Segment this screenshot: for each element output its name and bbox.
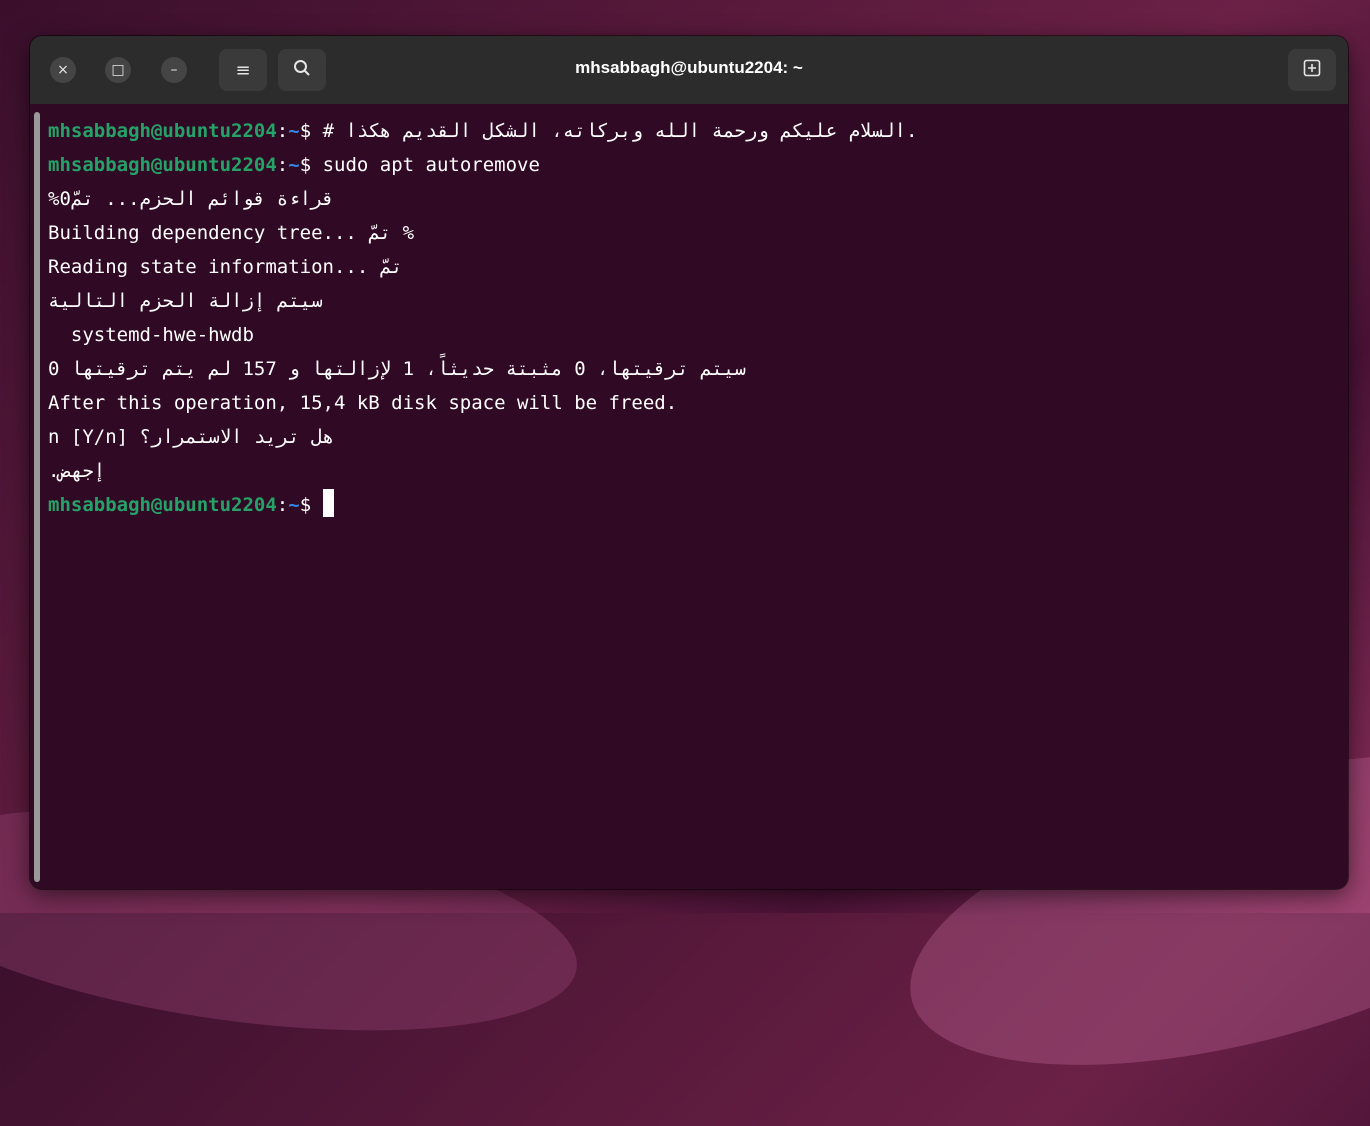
prompt-symbol: $ (299, 120, 312, 142)
close-button[interactable]: × (50, 57, 76, 83)
prompt-line: mhsabbagh@ubuntu2204:~$ # السلام عليكم و… (48, 114, 1348, 148)
close-icon: × (57, 62, 69, 78)
prompt-user: mhsabbagh@ubuntu2204 (48, 120, 277, 142)
output-line: سيتم إزالة الحزم التالية (48, 290, 323, 312)
maximize-icon: □ (111, 62, 125, 78)
output-line: Building dependency tree... تمّ % (48, 222, 415, 244)
prompt-separator: : (276, 154, 289, 176)
menu-button[interactable]: ≡ (219, 49, 267, 91)
terminal-output[interactable]: mhsabbagh@ubuntu2204:~$ # السلام عليكم و… (30, 104, 1348, 889)
prompt-symbol: $ (299, 154, 312, 176)
prompt-user: mhsabbagh@ubuntu2204 (48, 154, 277, 176)
output-line: هل تريد الاستمرار؟ [Y/n] n (48, 426, 335, 448)
terminal-window: × □ – ≡ mhsabbagh@ubuntu2204: ~ mhsabbag… (30, 36, 1348, 889)
prompt-path: ~ (288, 120, 300, 142)
prompt-line: mhsabbagh@ubuntu2204:~$ (48, 488, 1348, 522)
new-tab-icon (1303, 59, 1321, 82)
search-button[interactable] (278, 49, 326, 91)
prompt-separator: : (276, 120, 289, 142)
command-text: # السلام عليكم ورحمة الله وبركاته، الشكل… (311, 120, 918, 142)
text-cursor (322, 489, 334, 517)
maximize-button[interactable]: □ (105, 57, 131, 83)
prompt-path: ~ (288, 154, 300, 176)
prompt-path: ~ (288, 494, 300, 516)
titlebar[interactable]: × □ – ≡ mhsabbagh@ubuntu2204: ~ (30, 36, 1348, 104)
output-line: systemd-hwe-hwdb (48, 324, 254, 346)
output-line: After this operation, 15,4 kB disk space… (48, 392, 678, 414)
output-line: سيتم ترقيتها، 0 مثبتة حديثاً، 1 لإزالتها… (48, 358, 746, 380)
search-icon (293, 59, 311, 82)
output-line: Reading state information... تمّ (48, 256, 403, 278)
minimize-button[interactable]: – (161, 57, 187, 83)
output-line: قراءة قوائم الحزم... تمّ0% (48, 188, 335, 210)
prompt-separator: : (276, 494, 289, 516)
prompt-user: mhsabbagh@ubuntu2204 (48, 494, 277, 516)
prompt-symbol: $ (299, 494, 312, 516)
prompt-line: mhsabbagh@ubuntu2204:~$ sudo apt autorem… (48, 148, 1348, 182)
new-tab-button[interactable] (1288, 49, 1336, 91)
command-text: sudo apt autoremove (311, 154, 540, 176)
hamburger-menu-icon: ≡ (235, 59, 251, 81)
output-line: إجهض. (48, 460, 106, 482)
minimize-icon: – (170, 62, 178, 78)
